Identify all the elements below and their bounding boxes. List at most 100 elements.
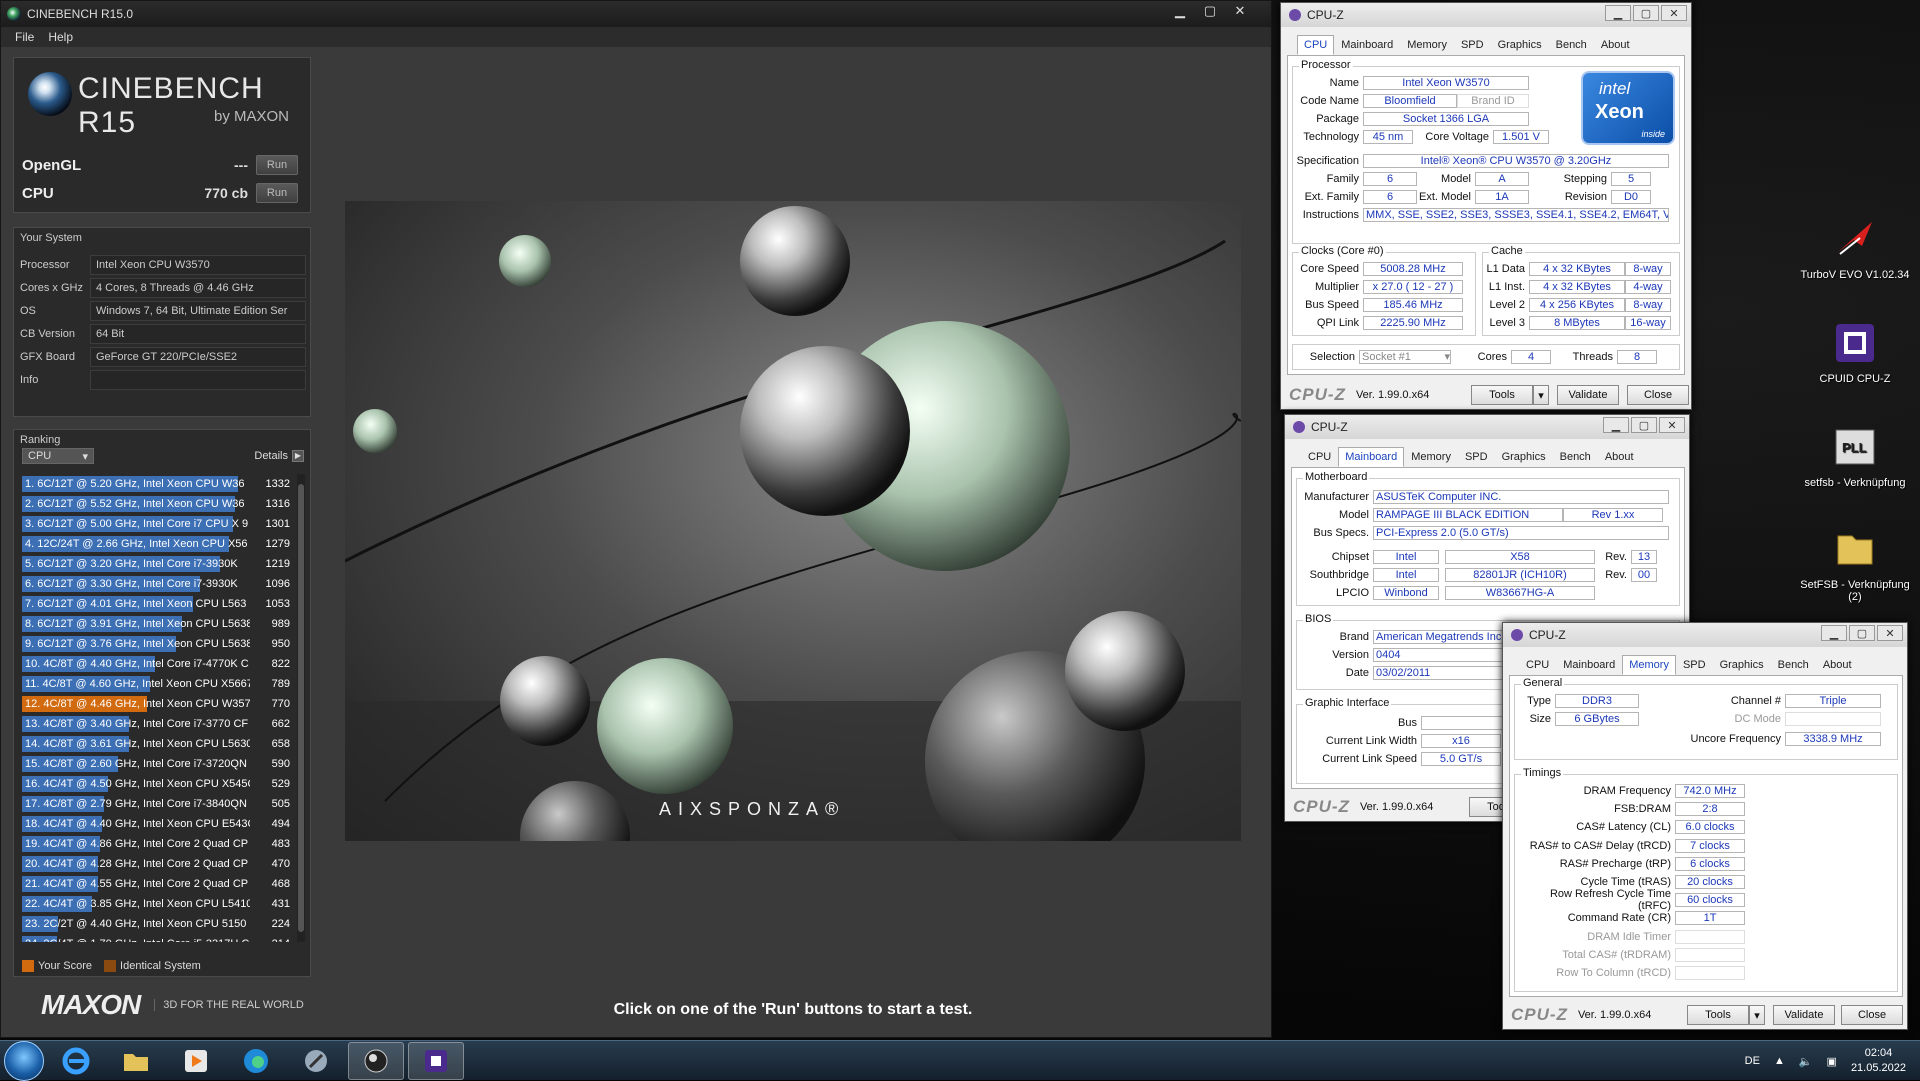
validate-button[interactable]: Validate bbox=[1773, 1005, 1835, 1025]
details-button[interactable]: Details ▶ bbox=[254, 450, 304, 462]
tab-about[interactable]: About bbox=[1594, 35, 1637, 55]
tools-button[interactable]: Tools bbox=[1687, 1005, 1749, 1025]
tab-about[interactable]: About bbox=[1598, 447, 1641, 467]
system-row-value[interactable] bbox=[90, 370, 306, 390]
validate-button[interactable]: Validate bbox=[1557, 385, 1619, 405]
minimize-button[interactable]: ▁ bbox=[1165, 1, 1195, 21]
network-icon[interactable]: ▣ bbox=[1827, 1055, 1837, 1068]
ranking-list[interactable]: 1. 6C/12T @ 5.20 GHz, Intel Xeon CPU W36… bbox=[22, 474, 294, 942]
taskbar-explorer[interactable] bbox=[108, 1042, 164, 1080]
run-opengl-button[interactable]: Run bbox=[256, 155, 298, 175]
desktop-icon-setfsb-2[interactable]: SetFSB - Verknüpfung (2) bbox=[1800, 526, 1910, 603]
menu-file[interactable]: File bbox=[15, 30, 34, 44]
tools-button[interactable]: Tools bbox=[1471, 385, 1533, 405]
tab-cpu[interactable]: CPU bbox=[1297, 35, 1335, 55]
ranking-row[interactable]: 14. 4C/8T @ 3.61 GHz, Intel Xeon CPU L56… bbox=[22, 734, 294, 754]
ranking-row[interactable]: 18. 4C/4T @ 4.40 GHz, Intel Xeon CPU E54… bbox=[22, 814, 294, 834]
ranking-row[interactable]: 17. 4C/8T @ 2.79 GHz, Intel Core i7-3840… bbox=[22, 794, 294, 814]
cpuz-titlebar[interactable]: CPU-Z ▁ ▢ ✕ bbox=[1281, 3, 1691, 27]
tab-spd[interactable]: SPD bbox=[1676, 655, 1713, 675]
ranking-row[interactable]: 4. 12C/24T @ 2.66 GHz, Intel Xeon CPU X5… bbox=[22, 534, 294, 554]
tab-spd[interactable]: SPD bbox=[1454, 35, 1491, 55]
tab-graphics[interactable]: Graphics bbox=[1491, 35, 1549, 55]
ranking-row[interactable]: 12. 4C/8T @ 4.46 GHz, Intel Xeon CPU W35… bbox=[22, 694, 294, 714]
desktop-icon-setfsb[interactable]: PLL setfsb - Verknüpfung bbox=[1800, 424, 1910, 489]
tab-bench[interactable]: Bench bbox=[1549, 35, 1594, 55]
tab-cpu[interactable]: CPU bbox=[1301, 447, 1338, 467]
clock[interactable]: 02:04 21.05.2022 bbox=[1851, 1046, 1906, 1076]
socket-select[interactable]: Socket #1 ▾ bbox=[1359, 350, 1451, 364]
cpuz-titlebar[interactable]: CPU-Z ▁ ▢ ✕ bbox=[1285, 415, 1689, 439]
tab-mainboard[interactable]: Mainboard bbox=[1334, 35, 1400, 55]
ranking-row[interactable]: 19. 4C/4T @ 4.86 GHz, Intel Core 2 Quad … bbox=[22, 834, 294, 854]
taskbar-cpuz[interactable] bbox=[408, 1041, 464, 1080]
volume-icon[interactable]: 🔈 bbox=[1799, 1055, 1813, 1068]
run-cpu-button[interactable]: Run bbox=[256, 183, 298, 203]
tab-memory[interactable]: Memory bbox=[1404, 447, 1458, 467]
tab-memory[interactable]: Memory bbox=[1622, 655, 1676, 675]
close-app-button[interactable]: Close bbox=[1627, 385, 1689, 405]
maximize-button[interactable]: ▢ bbox=[1633, 5, 1659, 21]
ranking-row[interactable]: 7. 6C/12T @ 4.01 GHz, Intel Xeon CPU L56… bbox=[22, 594, 294, 614]
close-button[interactable]: ✕ bbox=[1877, 625, 1903, 641]
maximize-button[interactable]: ▢ bbox=[1631, 417, 1657, 433]
ranking-row[interactable]: 2. 6C/12T @ 5.52 GHz, Intel Xeon CPU W36… bbox=[22, 494, 294, 514]
ranking-row[interactable]: 24. 2C/4T @ 1.70 GHz, Intel Core i5-3317… bbox=[22, 934, 294, 942]
taskbar-edge[interactable] bbox=[228, 1042, 284, 1080]
taskbar-media-player[interactable] bbox=[168, 1042, 224, 1080]
tab-mainboard[interactable]: Mainboard bbox=[1556, 655, 1622, 675]
ranking-label: 21. 4C/4T @ 4.55 GHz, Intel Core 2 Quad … bbox=[25, 878, 249, 890]
ranking-row[interactable]: 23. 2C/2T @ 4.40 GHz, Intel Xeon CPU 515… bbox=[22, 914, 294, 934]
close-button[interactable]: ✕ bbox=[1659, 417, 1685, 433]
tab-spd[interactable]: SPD bbox=[1458, 447, 1495, 467]
field-label: L1 Data bbox=[1486, 263, 1525, 275]
ranking-scrollbar[interactable] bbox=[297, 474, 305, 942]
ranking-row[interactable]: 1. 6C/12T @ 5.20 GHz, Intel Xeon CPU W36… bbox=[22, 474, 294, 494]
maximize-button[interactable]: ▢ bbox=[1195, 1, 1225, 21]
maximize-button[interactable]: ▢ bbox=[1849, 625, 1875, 641]
close-app-button[interactable]: Close bbox=[1841, 1005, 1903, 1025]
minimize-button[interactable]: ▁ bbox=[1821, 625, 1847, 641]
ranking-row[interactable]: 8. 6C/12T @ 3.91 GHz, Intel Xeon CPU L56… bbox=[22, 614, 294, 634]
tab-graphics[interactable]: Graphics bbox=[1713, 655, 1771, 675]
taskbar-tool[interactable] bbox=[288, 1042, 344, 1080]
ranking-row[interactable]: 20. 4C/4T @ 4.28 GHz, Intel Core 2 Quad … bbox=[22, 854, 294, 874]
ranking-row[interactable]: 13. 4C/8T @ 3.40 GHz, Intel Core i7-3770… bbox=[22, 714, 294, 734]
tab-mainboard[interactable]: Mainboard bbox=[1338, 447, 1405, 467]
ranking-row[interactable]: 21. 4C/4T @ 4.55 GHz, Intel Core 2 Quad … bbox=[22, 874, 294, 894]
tools-dropdown-button[interactable]: ▾ bbox=[1749, 1005, 1765, 1025]
taskbar-ie[interactable] bbox=[48, 1042, 104, 1080]
ranking-row[interactable]: 9. 6C/12T @ 3.76 GHz, Intel Xeon CPU L56… bbox=[22, 634, 294, 654]
cinebench-titlebar[interactable]: CINEBENCH R15.0 bbox=[1, 1, 1271, 27]
language-indicator[interactable]: DE bbox=[1745, 1055, 1760, 1067]
minimize-button[interactable]: ▁ bbox=[1603, 417, 1629, 433]
start-button[interactable] bbox=[4, 1040, 44, 1081]
tab-memory[interactable]: Memory bbox=[1400, 35, 1454, 55]
ranking-row[interactable]: 16. 4C/4T @ 4.50 GHz, Intel Xeon CPU X54… bbox=[22, 774, 294, 794]
menu-help[interactable]: Help bbox=[48, 30, 73, 44]
taskbar-cinebench[interactable] bbox=[348, 1041, 404, 1080]
scroll-thumb[interactable] bbox=[298, 484, 304, 932]
show-hidden-icons[interactable]: ▲ bbox=[1774, 1055, 1785, 1067]
ranking-row[interactable]: 22. 4C/4T @ 3.85 GHz, Intel Xeon CPU L54… bbox=[22, 894, 294, 914]
ranking-row[interactable]: 6. 6C/12T @ 3.30 GHz, Intel Core i7-3930… bbox=[22, 574, 294, 594]
tab-about[interactable]: About bbox=[1816, 655, 1859, 675]
ranking-row[interactable]: 15. 4C/8T @ 2.60 GHz, Intel Core i7-3720… bbox=[22, 754, 294, 774]
system-row: GFX Board GeForce GT 220/PCIe/SSE2 bbox=[20, 346, 306, 368]
minimize-button[interactable]: ▁ bbox=[1605, 5, 1631, 21]
ranking-row[interactable]: 10. 4C/8T @ 4.40 GHz, Intel Core i7-4770… bbox=[22, 654, 294, 674]
close-button[interactable]: ✕ bbox=[1661, 5, 1687, 21]
close-button[interactable]: ✕ bbox=[1225, 1, 1255, 21]
ranking-row[interactable]: 5. 6C/12T @ 3.20 GHz, Intel Core i7-3930… bbox=[22, 554, 294, 574]
tab-bench[interactable]: Bench bbox=[1771, 655, 1816, 675]
ranking-row[interactable]: 11. 4C/8T @ 4.60 GHz, Intel Xeon CPU X56… bbox=[22, 674, 294, 694]
desktop-icon-cpuz[interactable]: CPUID CPU-Z bbox=[1800, 320, 1910, 385]
tab-cpu[interactable]: CPU bbox=[1519, 655, 1556, 675]
tab-graphics[interactable]: Graphics bbox=[1495, 447, 1553, 467]
tab-bench[interactable]: Bench bbox=[1553, 447, 1598, 467]
ranking-row[interactable]: 3. 6C/12T @ 5.00 GHz, Intel Core i7 CPU … bbox=[22, 514, 294, 534]
tools-dropdown-button[interactable]: ▾ bbox=[1533, 385, 1549, 405]
desktop-icon-turbov[interactable]: TurboV EVO V1.02.34 bbox=[1800, 216, 1910, 281]
cpuz-titlebar[interactable]: CPU-Z ▁ ▢ ✕ bbox=[1503, 623, 1907, 647]
ranking-select[interactable]: CPU ▾ bbox=[22, 448, 94, 464]
